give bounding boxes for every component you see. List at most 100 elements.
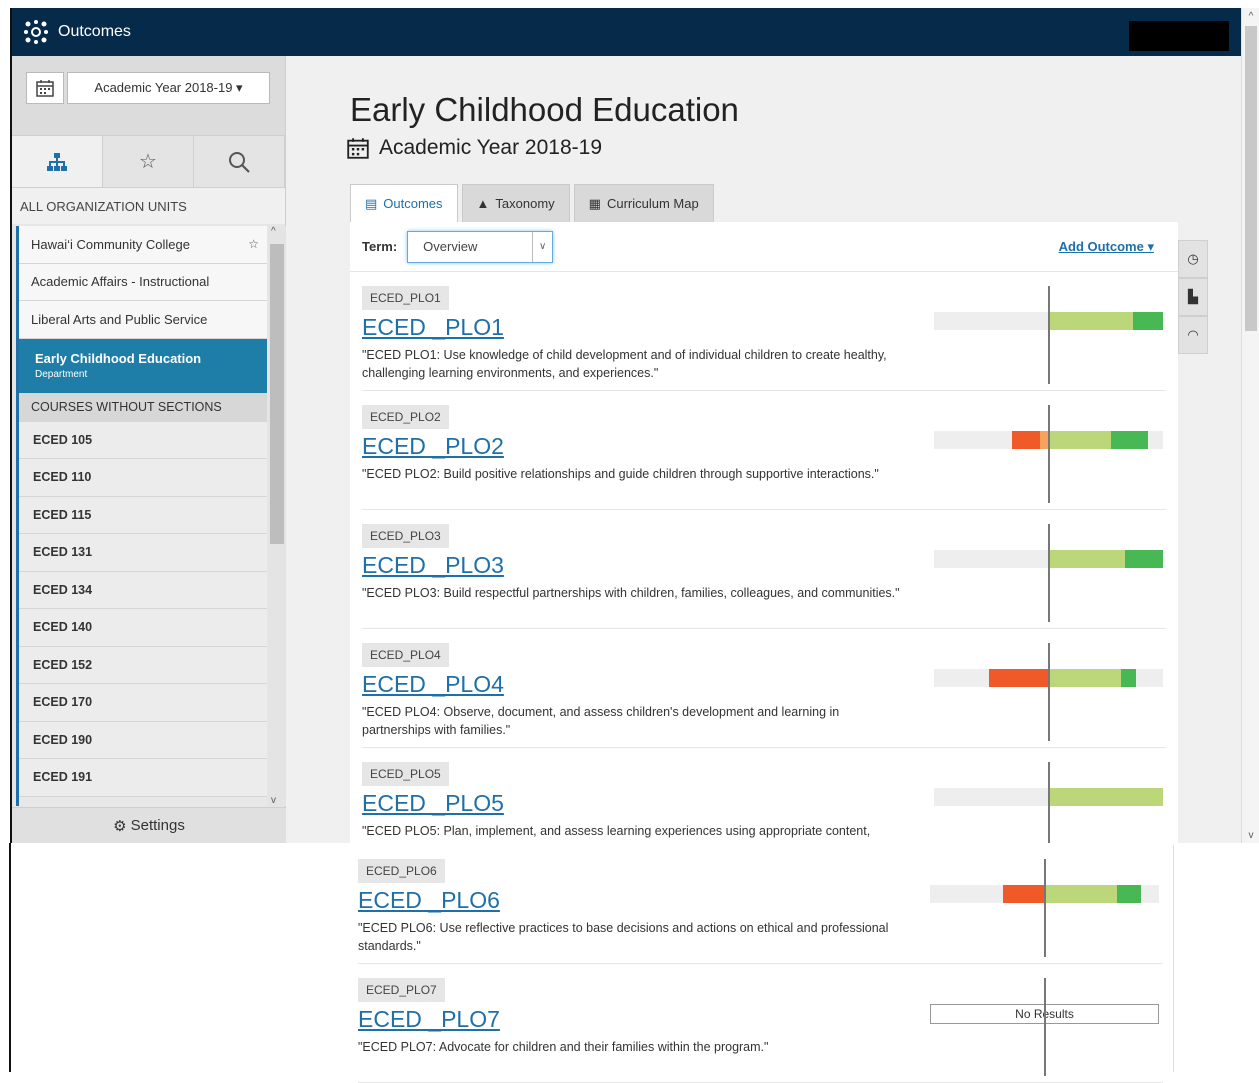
bar-segment-lgreen	[1048, 312, 1134, 330]
bar-segment-green	[1133, 312, 1163, 330]
bar-segment-red	[989, 669, 1049, 687]
search-icon	[229, 151, 250, 173]
bar-chart-icon: ▙	[1188, 289, 1198, 304]
bar-segment-red	[1003, 885, 1045, 903]
outcome-description: "ECED PLO3: Build respectful partnership…	[362, 586, 900, 600]
course-item[interactable]: ECED 170	[19, 684, 267, 722]
tree-item-label: Liberal Arts and Public Service	[31, 311, 208, 327]
outcome-description: "ECED PLO7: Advocate for children and th…	[358, 1040, 769, 1054]
outcome-title-link[interactable]: ECED _PLO7	[358, 1006, 500, 1033]
outcome-description: "ECED PLO4: Observe, document, and asses…	[362, 705, 840, 737]
academic-year-select[interactable]: Academic Year 2018-19 ▾	[67, 72, 270, 104]
app-title: Outcomes	[58, 23, 131, 40]
bar-segment-green	[1125, 550, 1163, 568]
outcome-row: ECED_PLO3 ECED _PLO3 "ECED PLO3: Build res…	[362, 510, 1166, 629]
gauge-button[interactable]: ◠	[1178, 316, 1208, 354]
bar-segment-lgreen	[1048, 550, 1126, 568]
course-item[interactable]: ECED 110	[19, 459, 267, 497]
bar-segment-green	[1116, 885, 1141, 903]
outcome-code-badge: ECED_PLO3	[362, 524, 449, 548]
grid-icon: ▦	[588, 195, 601, 211]
outcome-title-link[interactable]: ECED _PLO2	[362, 433, 504, 460]
term-label: Term:	[362, 239, 398, 254]
bar-segment-green	[1120, 669, 1136, 687]
page-scrollbar[interactable]: ^ v	[1241, 8, 1259, 843]
outcome-description: "ECED PLO1: Use knowledge of child devel…	[362, 348, 887, 380]
extra-outcome-list: ECED_PLO6 ECED _PLO6 "ECED PLO6: Use refle…	[348, 845, 1173, 1083]
tree-item-academic-affairs[interactable]: Academic Affairs - Instructional	[19, 263, 267, 301]
courses-section-header: COURSES WITHOUT SECTIONS	[19, 393, 267, 422]
results-axis-line	[1048, 762, 1050, 843]
tab-favorites[interactable]: ☆	[103, 136, 194, 187]
outcome-title-link[interactable]: ECED _PLO4	[362, 671, 504, 698]
clock-icon: ◷	[1187, 251, 1199, 266]
tab-taxonomy[interactable]: ▲ Taxonomy	[461, 184, 570, 222]
page-subtitle: Academic Year 2018-19	[347, 136, 602, 160]
page-scroll-thumb[interactable]	[1245, 26, 1257, 331]
bar-segment-lgreen	[1048, 669, 1121, 687]
outcome-list: ECED_PLO1 ECED _PLO1 "ECED PLO1: Use knowl…	[350, 272, 1178, 843]
scroll-down-icon[interactable]: v	[1242, 827, 1259, 843]
outcome-code-badge: ECED_PLO6	[358, 859, 445, 883]
outcome-description: "ECED PLO2: Build positive relationships…	[362, 467, 879, 481]
gauge-icon: ◠	[1187, 327, 1199, 342]
course-item[interactable]: ECED 131	[19, 534, 267, 572]
sitemap-icon	[47, 152, 67, 171]
tab-curriculum-map[interactable]: ▦ Curriculum Map	[573, 184, 714, 222]
user-menu[interactable]	[1129, 21, 1229, 51]
extra-outcomes-panel: ECED_PLO6 ECED _PLO6 "ECED PLO6: Use refle…	[348, 845, 1174, 1083]
page-title: Early Childhood Education	[350, 91, 739, 128]
outcome-description: "ECED PLO5: Plan, implement, and assess …	[362, 824, 871, 838]
bar-segment-green	[1111, 431, 1149, 449]
history-button[interactable]: ◷	[1178, 240, 1208, 278]
outcome-title-link[interactable]: ECED _PLO1	[362, 314, 504, 341]
course-item[interactable]: ECED 134	[19, 571, 267, 609]
tab-label: Outcomes	[383, 196, 443, 211]
bar-segment-lgreen	[1044, 885, 1117, 903]
tree-item-type: Department	[35, 369, 88, 380]
sidebar-scrollbar[interactable]: ^ v	[268, 226, 286, 806]
course-list: ECED 105 ECED 110 ECED 115 ECED 131 ECED 134…	[19, 421, 267, 797]
frame-border	[9, 843, 11, 1072]
main-tabs: ▤ Outcomes ▲ Taxonomy ▦ Curriculum Map	[350, 184, 714, 222]
tree-item-selected-department[interactable]: Early Childhood Education Department	[19, 338, 267, 394]
settings-button[interactable]: ⚙ Settings	[12, 807, 286, 843]
course-item[interactable]: ECED 105	[19, 421, 267, 459]
tree-item-college[interactable]: Hawai‘i Community College ☆	[19, 226, 267, 264]
bar-segment-lgreen	[1048, 431, 1112, 449]
app-window: Outcomes Academic Year 2018-19 ▾ ☆ ALL O…	[10, 8, 1259, 843]
outcome-title-link[interactable]: ECED _PLO6	[358, 887, 500, 914]
outcome-row: ECED_PLO1 ECED _PLO1 "ECED PLO1: Use knowl…	[362, 272, 1166, 391]
tab-outcomes[interactable]: ▤ Outcomes	[350, 184, 458, 222]
scroll-up-icon[interactable]: ^	[1242, 8, 1259, 24]
course-item[interactable]: ECED 115	[19, 496, 267, 534]
favorite-star-icon[interactable]: ☆	[248, 237, 259, 251]
chart-button[interactable]: ▙	[1178, 278, 1208, 316]
scroll-down-icon[interactable]: v	[271, 795, 276, 806]
outcome-title-link[interactable]: ECED _PLO3	[362, 552, 504, 579]
results-axis-line	[1048, 405, 1050, 503]
bar-segment-red	[1012, 431, 1040, 449]
scroll-up-icon[interactable]: ^	[271, 226, 276, 237]
sidebar-scroll-thumb[interactable]	[270, 244, 284, 544]
results-axis-line	[1048, 524, 1050, 622]
course-item[interactable]: ECED 190	[19, 721, 267, 759]
course-item[interactable]: ECED 140	[19, 609, 267, 647]
course-item[interactable]: ECED 191	[19, 759, 267, 797]
calendar-icon	[347, 138, 369, 159]
outcome-title-link[interactable]: ECED _PLO5	[362, 790, 504, 817]
tab-search[interactable]	[194, 136, 285, 187]
bar-segment-lgreen	[1048, 788, 1163, 806]
outcome-row: ECED_PLO7 ECED _PLO7 "ECED PLO7: Advocate …	[358, 964, 1163, 1083]
tree-item-liberal-arts[interactable]: Liberal Arts and Public Service	[19, 301, 267, 339]
results-axis-line	[1044, 978, 1046, 1076]
course-item[interactable]: ECED 152	[19, 646, 267, 684]
outcome-description: "ECED PLO6: Use reflective practices to …	[358, 921, 889, 953]
add-outcome-button[interactable]: Add Outcome ▾	[1059, 239, 1154, 255]
tree-item-label: Academic Affairs - Instructional	[31, 274, 210, 290]
tab-hierarchy[interactable]	[12, 136, 103, 187]
outcome-code-badge: ECED_PLO2	[362, 405, 449, 429]
outcome-row: ECED_PLO2 ECED _PLO2 "ECED PLO2: Build pos…	[362, 391, 1166, 510]
calendar-button[interactable]	[26, 72, 64, 104]
term-select[interactable]: Overview ∨	[407, 230, 554, 263]
